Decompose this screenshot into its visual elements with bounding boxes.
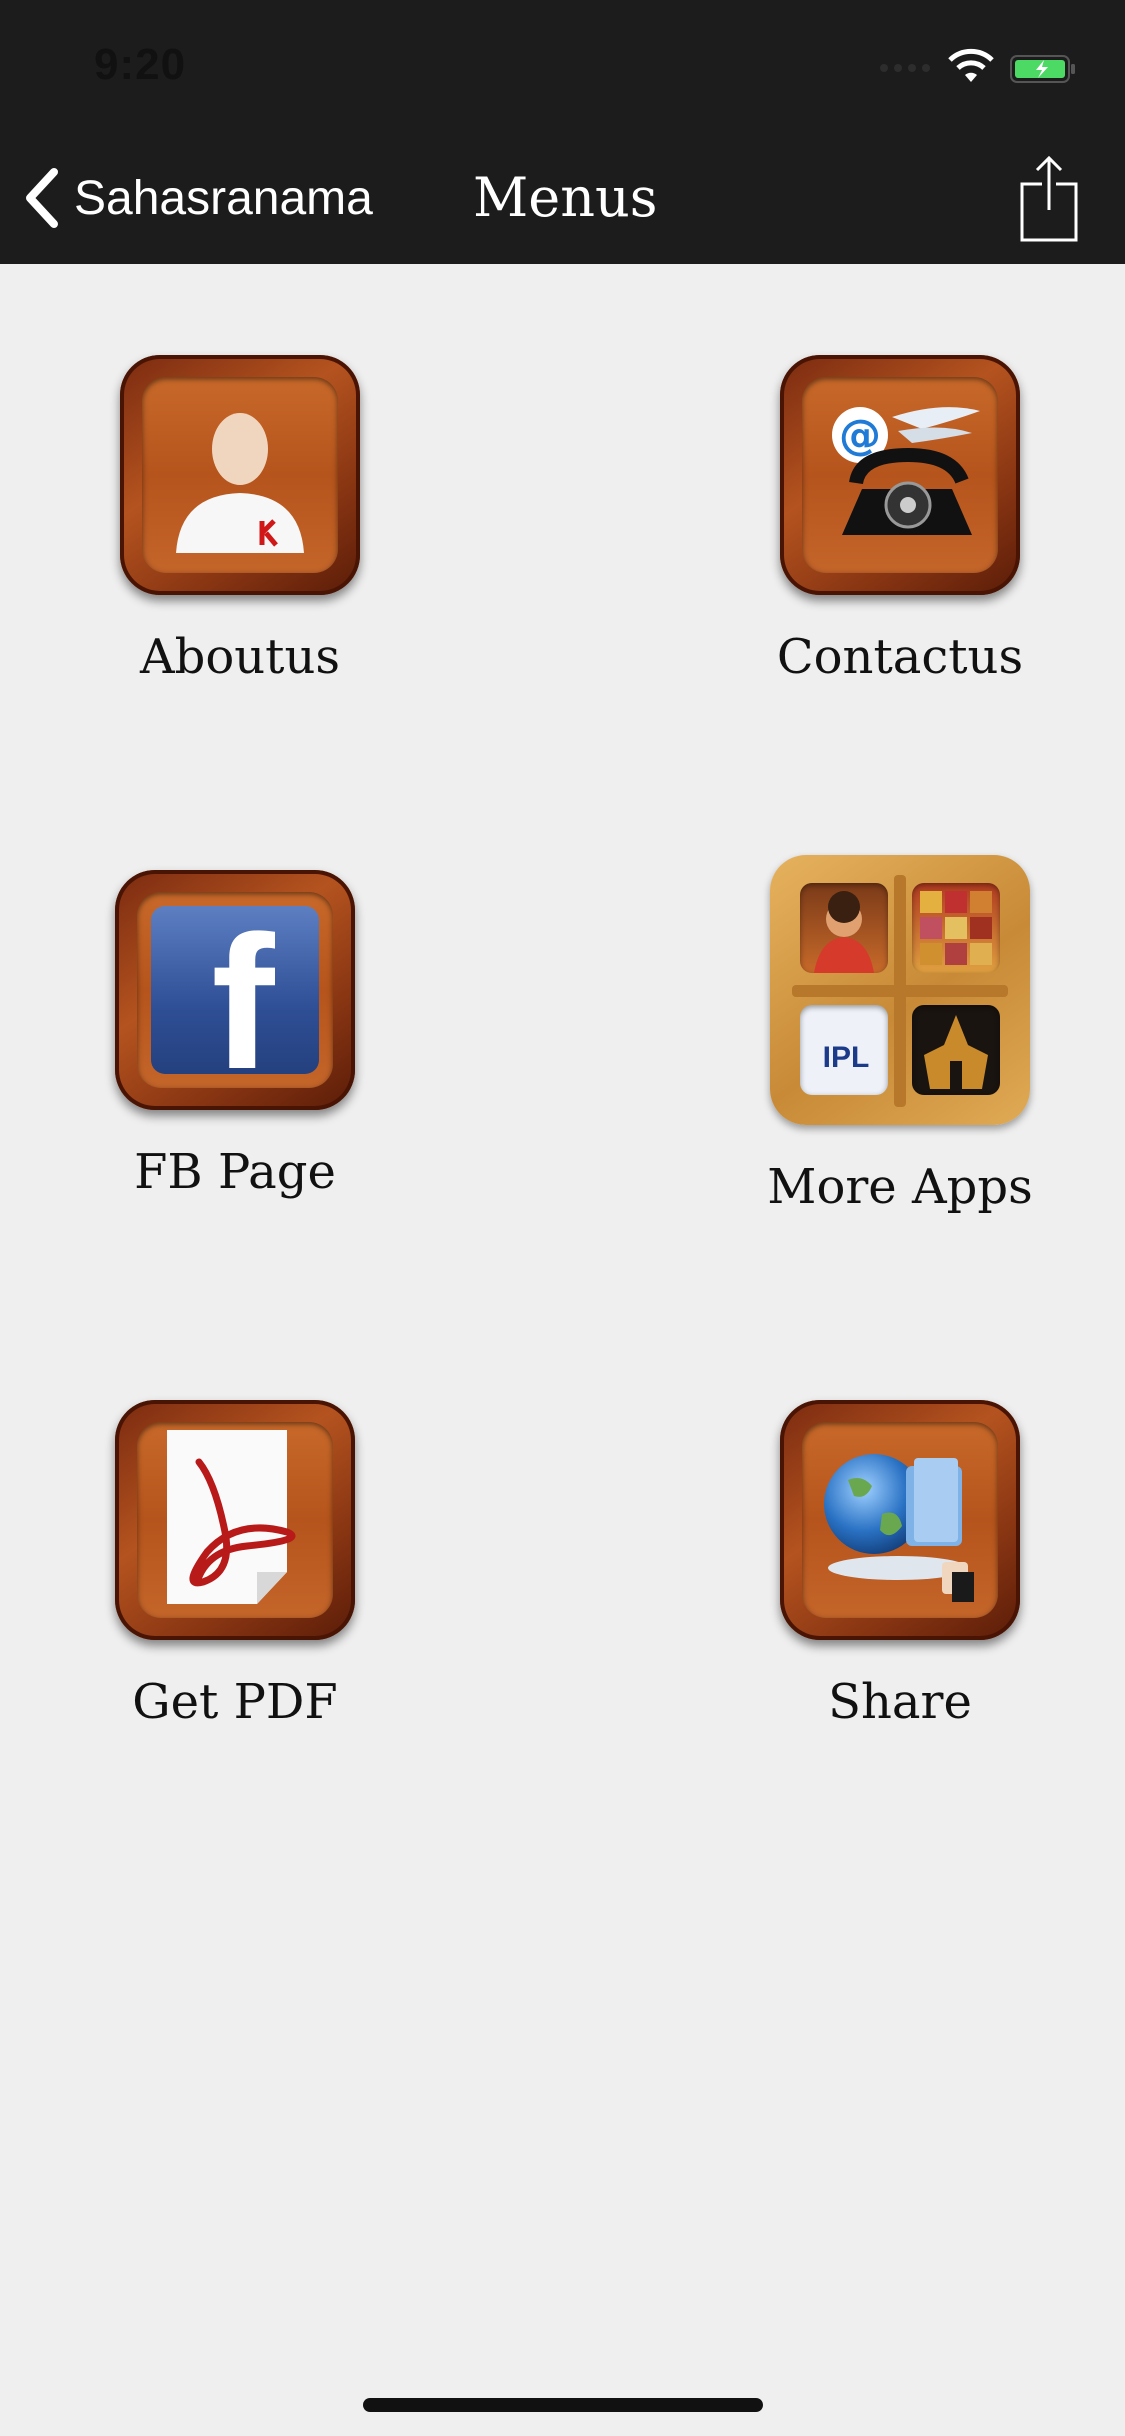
fb-page-label: FB Page xyxy=(134,1144,336,1200)
svg-text:f: f xyxy=(211,897,275,1088)
more-apps-button[interactable]: IPL xyxy=(770,855,1030,1125)
pdf-icon xyxy=(167,1430,296,1604)
telephone-icon: @ xyxy=(832,407,980,535)
more-apps-tile[interactable]: IPL More Apps xyxy=(750,855,1050,1215)
app-thumb-gods-icon xyxy=(912,883,1000,973)
home-indicator[interactable] xyxy=(363,2398,763,2412)
page-title: Menus xyxy=(473,166,658,229)
get-pdf-label: Get PDF xyxy=(132,1674,338,1730)
back-button[interactable]: Sahasranama xyxy=(22,160,373,236)
app-thumb-temple-icon xyxy=(912,1005,1000,1095)
fb-page-tile[interactable]: f FB Page xyxy=(85,870,385,1200)
aboutus-label: Aboutus xyxy=(139,629,341,685)
share-icon[interactable] xyxy=(1016,154,1082,244)
status-time: 9:20 xyxy=(94,40,187,89)
get-pdf-button[interactable] xyxy=(115,1400,355,1640)
wifi-icon xyxy=(948,48,994,82)
globe-share-icon xyxy=(824,1454,974,1602)
contactus-tile[interactable]: @ Contactus xyxy=(750,355,1050,685)
navigation-bar: 9:20 Sahasranama Menus xyxy=(0,0,1125,264)
share-app-button[interactable] xyxy=(780,1400,1020,1640)
facebook-icon: f xyxy=(151,897,319,1088)
app-thumb-deity-icon xyxy=(800,883,888,973)
contactus-button[interactable]: @ xyxy=(780,355,1020,595)
svg-text:IPL: IPL xyxy=(823,1041,870,1074)
person-icon xyxy=(176,413,304,553)
get-pdf-tile[interactable]: Get PDF xyxy=(85,1400,385,1730)
back-button-label: Sahasranama xyxy=(74,171,373,225)
fb-page-button[interactable]: f xyxy=(115,870,355,1110)
more-apps-label: More Apps xyxy=(767,1159,1033,1215)
share-tile[interactable]: Share xyxy=(750,1400,1050,1730)
chevron-left-icon xyxy=(26,168,58,228)
contactus-label: Contactus xyxy=(776,629,1024,685)
svg-text:@: @ xyxy=(839,410,881,459)
shelf-divider xyxy=(792,985,1008,997)
battery-icon xyxy=(1010,55,1075,83)
cellular-signal-icon xyxy=(880,64,930,72)
aboutus-tile[interactable]: Aboutus xyxy=(90,355,390,685)
share-label: Share xyxy=(828,1674,972,1730)
aboutus-button[interactable] xyxy=(120,355,360,595)
app-thumb-ipl-icon: IPL xyxy=(800,1005,888,1095)
